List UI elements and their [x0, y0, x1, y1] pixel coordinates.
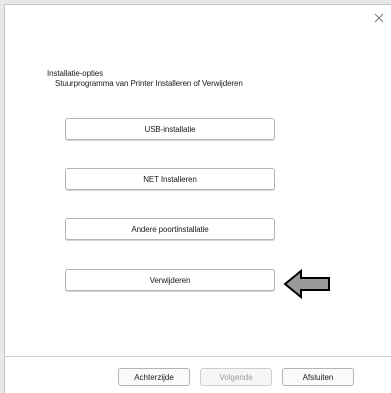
next-button[interactable]: Volgende: [200, 368, 272, 386]
net-install-button[interactable]: NET Installeren: [65, 168, 275, 190]
left-arrow-icon: [283, 268, 331, 300]
footer-separator: [4, 356, 391, 357]
usb-install-button[interactable]: USB-installatie: [65, 118, 275, 140]
installer-dialog: Installatie-opties Stuurprogramma van Pr…: [4, 4, 391, 393]
back-button[interactable]: Achterzijde: [118, 368, 190, 386]
other-port-install-button[interactable]: Andere poortinstallatie: [65, 218, 275, 240]
close-icon[interactable]: [372, 11, 386, 25]
installation-options-header: Installatie-opties Stuurprogramma van Pr…: [47, 69, 243, 89]
finish-button[interactable]: Afsluiten: [282, 368, 354, 386]
header-subtitle: Stuurprogramma van Printer Installeren o…: [55, 79, 243, 88]
header-title: Installatie-opties: [47, 69, 104, 78]
uninstall-button[interactable]: Verwijderen: [65, 269, 275, 291]
